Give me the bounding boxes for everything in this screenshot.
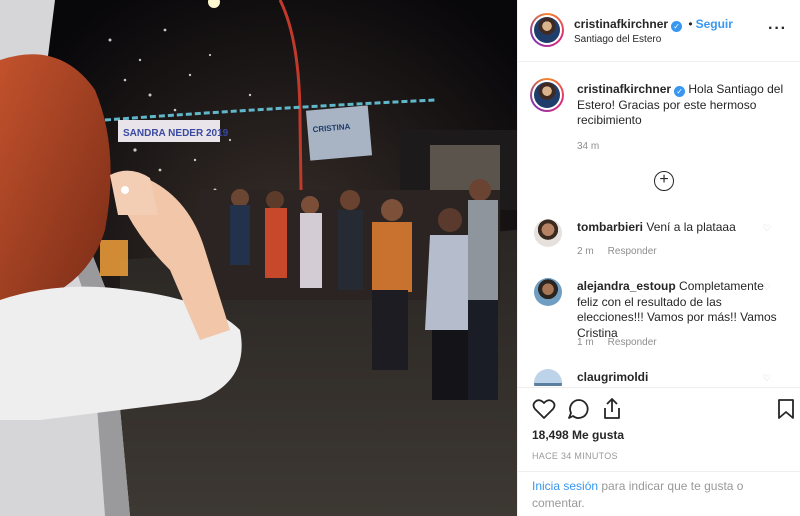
caption-username[interactable]: cristinafkirchner <box>577 82 671 96</box>
comments-list[interactable]: cristinafkirchner ✓ Hola Santiago del Est… <box>518 63 800 386</box>
more-options-icon[interactable]: ··· <box>768 20 787 38</box>
author-avatar[interactable] <box>530 13 564 47</box>
comment-text: Vení a la plataaa <box>646 220 736 234</box>
post-photo-image: SANDRA NEDER 2019 CRISTINA <box>0 0 517 516</box>
reply-button[interactable]: Responder <box>608 246 657 257</box>
comment-username[interactable]: alejandra_estoup <box>577 279 676 293</box>
heart-icon[interactable] <box>532 398 556 420</box>
comment-time[interactable]: 1 m <box>577 337 594 348</box>
comment-meta: 1 m Responder <box>577 337 657 348</box>
separator-dot: • <box>688 17 693 31</box>
post-photo[interactable]: SANDRA NEDER 2019 CRISTINA <box>0 0 517 516</box>
comment-username[interactable]: claugrimoldi <box>577 370 648 384</box>
caption-avatar[interactable] <box>530 78 564 112</box>
comment: claugrimoldi <box>577 370 777 386</box>
comment-username[interactable]: tombarbieri <box>577 220 643 234</box>
comment-meta: 2 m Responder <box>577 246 657 257</box>
post-location[interactable]: Santiago del Estero <box>574 34 661 45</box>
load-more-comments-icon[interactable]: + <box>654 171 674 191</box>
comment-like-icon[interactable]: ♡ <box>763 373 771 384</box>
comment-like-icon[interactable]: ♡ <box>763 223 771 234</box>
banner-text-1: SANDRA NEDER 2019 <box>123 128 229 139</box>
comment: alejandra_estoup Completamente feliz con… <box>577 279 777 341</box>
caption-time[interactable]: 34 m <box>577 141 599 152</box>
follow-button[interactable]: Seguir <box>696 17 733 31</box>
caption: cristinafkirchner ✓ Hola Santiago del Est… <box>577 82 787 129</box>
instagram-post-window: SANDRA NEDER 2019 CRISTINA cristinafkirc… <box>0 0 800 516</box>
post-header: cristinafkirchner ✓ • Seguir Santiago del … <box>518 0 800 62</box>
login-link[interactable]: Inicia sesión <box>532 479 598 493</box>
author-username[interactable]: cristinafkirchner <box>574 17 668 31</box>
commenter-avatar[interactable] <box>534 369 562 386</box>
comment-icon[interactable] <box>567 398 591 420</box>
comment-like-icon[interactable]: ♡ <box>763 282 771 293</box>
post-side-panel: cristinafkirchner ✓ • Seguir Santiago del … <box>517 0 800 516</box>
likes-count[interactable]: 18,498 Me gusta <box>532 428 624 442</box>
commenter-avatar[interactable] <box>534 219 562 247</box>
verified-badge-icon: ✓ <box>674 86 686 97</box>
reply-button[interactable]: Responder <box>608 337 657 348</box>
comment: tombarbieri Vení a la plataaa <box>577 220 777 236</box>
commenter-avatar[interactable] <box>534 278 562 306</box>
verified-badge-icon: ✓ <box>671 21 683 32</box>
login-prompt: Inicia sesión para indicar que te gusta … <box>532 478 782 512</box>
share-icon[interactable] <box>601 397 623 421</box>
post-timestamp[interactable]: HACE 34 MINUTOS <box>532 451 618 461</box>
post-actions: 18,498 Me gusta HACE 34 MINUTOS <box>518 387 800 472</box>
comment-time[interactable]: 2 m <box>577 246 594 257</box>
bookmark-icon[interactable] <box>777 398 795 420</box>
